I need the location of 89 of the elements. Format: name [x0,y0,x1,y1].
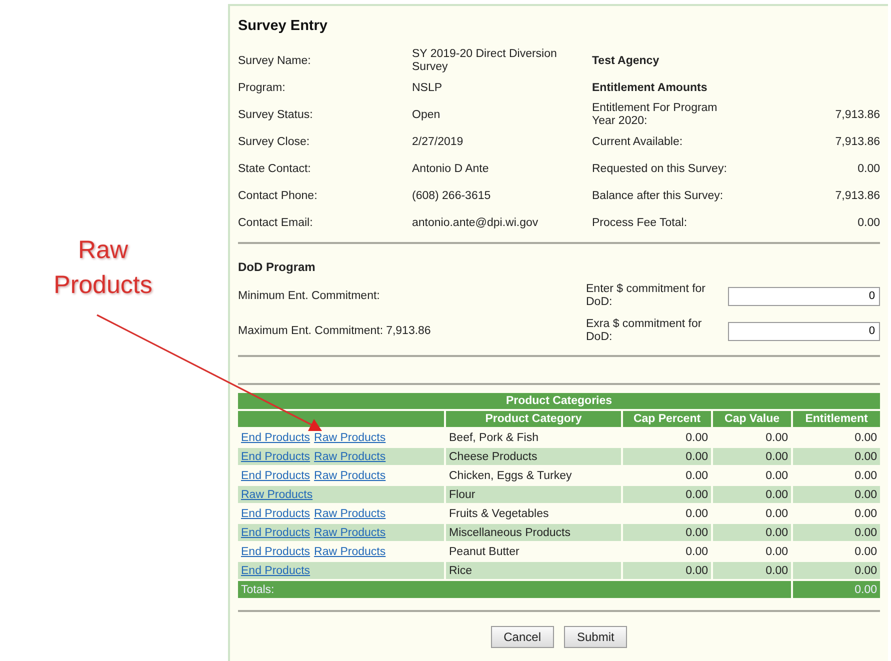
field-label: Contact Email: [238,216,314,230]
table-cell: 0.00 [623,486,711,503]
table-cell-text: 0.00 [854,468,878,484]
section-heading: Test Agency [592,54,660,68]
table-cell-text: 0.00 [684,544,709,560]
table-cell-text: 0.00 [684,430,709,446]
link[interactable]: Raw Products [314,450,386,462]
table-cell-text: Beef, Pork & Fish [448,430,540,446]
action-button[interactable]: Cancel [490,626,554,648]
field-value: SY 2019-20 Direct Diversion Survey [412,48,558,74]
input-label: Enter $ commitment for DoD: [586,283,707,309]
table-cell: Flour [446,486,621,503]
field-value: 2/27/2019 [412,136,464,148]
table-cell: Cheese Products [446,448,621,465]
link[interactable]: Raw Products [314,546,386,558]
table-cell: 0.00 [623,524,711,541]
link[interactable]: Raw Products [314,470,386,482]
section-heading: DoD Program [238,260,316,274]
field-label: Survey Close: [238,136,311,148]
table-cell: 0.00 [713,524,791,541]
field-label: Maximum Ent. Commitment: [238,324,384,338]
table-cell: 0.00 [793,448,880,465]
field-value: (608) 266-3615 [412,190,492,202]
column-header: Entitlement [793,411,880,427]
amount-value: 0.00 [856,216,880,230]
amount-label: Entitlement For Program Year 2020: [592,102,718,128]
field-value: Antonio D Ante [412,162,490,176]
link[interactable]: End Products [241,470,310,482]
table-cell-text: 0.00 [764,544,789,560]
link[interactable]: End Products [241,432,310,444]
field-value: 7,913.86 [386,324,431,338]
table-cell-text: 0.00 [854,430,878,446]
table-cell: 0.00 [713,486,791,503]
amount-value: 0.00 [856,162,880,176]
table-cell-text: 0.00 [764,430,789,446]
table-cell-text: 0.00 [764,506,789,522]
amount-value: 7,913.86 [834,108,880,122]
link[interactable]: End Products [241,508,310,520]
amount-value: 7,913.86 [834,190,880,202]
table-cell-text: 0.00 [854,544,878,560]
callout-label: Raw Products [52,235,154,301]
totals-label: Totals: [238,581,791,598]
table-cell: 0.00 [623,448,711,465]
amount-label: Process Fee Total: [592,216,688,230]
table-cell: 0.00 [793,562,880,579]
amount-value: 7,913.86 [834,136,880,148]
totals-value: 0.00 [793,581,880,598]
column-header: Cap Value [713,411,791,427]
panel-title: Survey Entry [238,18,328,34]
table-cell: 0.00 [793,486,880,503]
table-cell: Rice [446,562,621,579]
table-cell: 0.00 [713,448,791,465]
link[interactable]: End Products [241,526,310,538]
table-cell-text: Peanut Butter [448,544,520,560]
field-label: State Contact: [238,162,312,176]
table-cell-text: Fruits & Vegetables [448,506,550,522]
field-value: Open [412,108,442,122]
table-cell: 0.00 [793,524,880,541]
table-cell-text: Chicken, Eggs & Turkey [448,468,573,484]
field-label: Minimum Ent. Commitment: [238,290,380,302]
input-field[interactable]: 0 [728,286,880,306]
link[interactable]: Raw Products [314,526,386,538]
link[interactable]: Raw Products [314,432,386,444]
input-field[interactable]: 0 [728,322,880,340]
table-cell-text: 0.00 [764,468,789,484]
table-cell: Miscellaneous Products [446,524,621,541]
action-button[interactable]: Submit [564,626,628,648]
input-label: Exra $ commitment for DoD: [586,318,703,344]
column-header: Cap Percent [623,411,711,427]
link[interactable]: End Products [241,450,310,462]
table-cell: 0.00 [713,562,791,579]
column-header: Product Category [446,411,621,427]
amount-label: Requested on this Survey: [592,162,728,176]
field-label: Survey Name: [238,54,312,68]
field-label: Program: [238,82,286,94]
link[interactable]: Raw Products [314,508,386,520]
field-value: antonio.ante@dpi.wi.gov [412,216,540,230]
table-cell-text: 0.00 [684,506,709,522]
field-value: NSLP [412,82,444,94]
link[interactable]: End Products [241,546,310,558]
amount-label: Current Available: [592,136,684,148]
field-label: Survey Status: [238,108,314,122]
table-title: Product Categories [238,393,880,409]
table-cell-text: 0.00 [854,506,878,522]
table-cell: 0.00 [623,562,711,579]
table-cell-text: 0.00 [684,468,709,484]
section-heading: Entitlement Amounts [592,82,708,94]
field-label: Contact Phone: [238,190,318,202]
amount-label: Balance after this Survey: [592,190,724,202]
